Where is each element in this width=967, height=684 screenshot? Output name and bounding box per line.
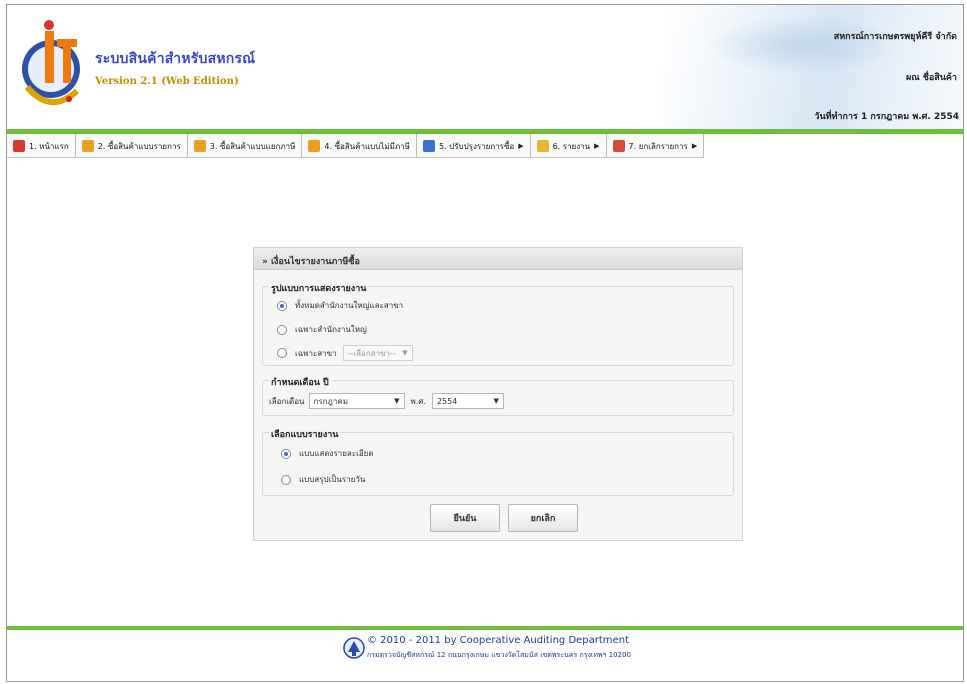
period-row: เลือกเดือน กรกฎาคม ▼ พ.ศ. 2554 ▼ [269,393,504,409]
save-icon [422,140,435,152]
menu-item-home[interactable]: 1. หน้าแรก [7,134,76,158]
cart-icon [81,140,94,152]
radio-label: เฉพาะสำนักงานใหญ่ [295,325,367,334]
chevron-down-icon: ▼ [493,397,499,405]
menu-item-label: 4. ซื้อสินค้าแบบไม่มีภาษี [324,141,410,151]
period-legend: กำหนดเดือน ปี [269,375,331,389]
cooperative-name: สหกรณ์การเกษตรพยุห์คีรี จำกัด [833,32,957,42]
app-title: ระบบสินค้าสำหรับสหกรณ์ [95,51,256,67]
menu-item-edit-purchase[interactable]: 5. ปรับปรุงรายการซื้อ ▶ [417,134,531,158]
home-icon [13,140,25,152]
menu-item-label: 5. ปรับปรุงรายการซื้อ [438,141,515,151]
year-label: พ.ศ. [410,396,426,406]
submenu-arrow-icon: ▶ [594,142,600,150]
menu-item-label: 2. ซื้อสินค้าแบบรายการ [97,141,181,151]
radio-button[interactable] [281,474,291,485]
address-text: กรมตรวจบัญชีสหกรณ์ 12 ถนนกรุงเกษม แขวงวั… [367,651,631,659]
department-emblem-icon [343,637,365,659]
footer-divider [7,626,963,630]
radio-label: แบบสรุปเป็นรายวัน [299,475,366,484]
radio-button[interactable] [277,348,287,358]
radio-label: แบบแสดงรายละเอียด [299,449,374,458]
copyright-text: © 2010 - 2011 by Cooperative Auditing De… [367,635,629,646]
cancel-button[interactable]: ยกเลิก [508,504,578,532]
year-select[interactable]: 2554 ▼ [431,393,504,409]
radio-button[interactable] [277,300,287,311]
header: ระบบสินค้าสำหรับสหกรณ์ Version 2.1 (Web … [7,5,963,129]
main-menu: 1. หน้าแรก 2. ซื้อสินค้าแบบรายการ 3. ซื้… [7,134,705,158]
radio-label: เฉพาะสาขา [295,348,337,358]
submenu-arrow-icon: ▶ [691,142,698,150]
radio-button[interactable] [277,324,287,335]
menu-item-label: 1. หน้าแรก [29,141,69,151]
report-conditions-panel: » เงื่อนไขรายงานภาษีซื้อ รูปแบบการแสดงรา… [253,247,743,541]
cart-icon [193,140,206,152]
display-format-legend: รูปแบบการแสดงรายงาน [269,281,369,295]
branch-select-value: --เลือกสาขา-- [347,348,396,358]
cancel-doc-icon [612,140,625,152]
chevron-down-icon: ▼ [394,397,400,405]
menu-item-cancel-transaction[interactable]: 7. ยกเลิกรายการ ▶ [607,134,705,158]
radio-button[interactable] [281,448,291,459]
period-section: กำหนดเดือน ปี เลือกเดือน กรกฎาคม ▼ พ.ศ. … [262,375,734,416]
menu-item-purchase-list[interactable]: 2. ซื้อสินค้าแบบรายการ [76,134,188,158]
work-date: วันที่ทำการ 1 กรกฎาคม พ.ศ. 2554 [814,112,959,122]
display-option-head-office[interactable]: เฉพาะสำนักงานใหญ่ [277,323,367,336]
display-format-section: รูปแบบการแสดงรายงาน ทั้งหมดสำนักงานใหญ่แ… [262,281,734,366]
display-option-all[interactable]: ทั้งหมดสำนักงานใหญ่และสาขา [277,299,403,312]
menu-item-label: 3. ซื้อสินค้าแบบแยกภาษี [209,141,296,151]
app-version: Version 2.1 (Web Edition) [95,76,239,87]
report-icon [536,140,549,152]
report-option-detail[interactable]: แบบแสดงรายละเอียด [281,447,374,460]
report-type-section: เลือกแบบรายงาน แบบแสดงรายละเอียด แบบสรุป… [262,427,734,496]
it-logo-icon [22,20,80,106]
panel-title: » เงื่อนไขรายงานภาษีซื้อ [254,248,742,270]
month-select[interactable]: กรกฎาคม ▼ [308,393,405,409]
menu-item-label: 7. ยกเลิกรายการ [628,141,688,151]
app-window: ระบบสินค้าสำหรับสหกรณ์ Version 2.1 (Web … [6,4,964,682]
month-label: เลือกเดือน [269,396,305,406]
menu-item-purchase-tax-separated[interactable]: 3. ซื้อสินค้าแบบแยกภาษี [188,134,303,158]
report-option-daily-summary[interactable]: แบบสรุปเป็นรายวัน [281,473,365,486]
cart-icon [308,140,321,152]
submenu-arrow-icon: ▶ [518,142,524,150]
chevron-down-icon: ▼ [402,349,408,357]
branch-select[interactable]: --เลือกสาขา-- ▼ [342,345,413,361]
user-label: ผณ ชื่อสินค้า [906,73,957,83]
month-select-value: กรกฎาคม [313,396,348,406]
menu-item-report[interactable]: 6. รายงาน ▶ [531,134,607,158]
radio-label: ทั้งหมดสำนักงานใหญ่และสาขา [295,301,404,310]
display-option-branch[interactable]: เฉพาะสาขา --เลือกสาขา-- ▼ [277,345,413,361]
menu-item-label: 6. รายงาน [552,141,591,151]
confirm-button[interactable]: ยืนยัน [430,504,500,532]
report-type-legend: เลือกแบบรายงาน [269,427,341,441]
menu-item-purchase-no-tax[interactable]: 4. ซื้อสินค้าแบบไม่มีภาษี [302,134,417,158]
year-select-value: 2554 [436,396,458,406]
